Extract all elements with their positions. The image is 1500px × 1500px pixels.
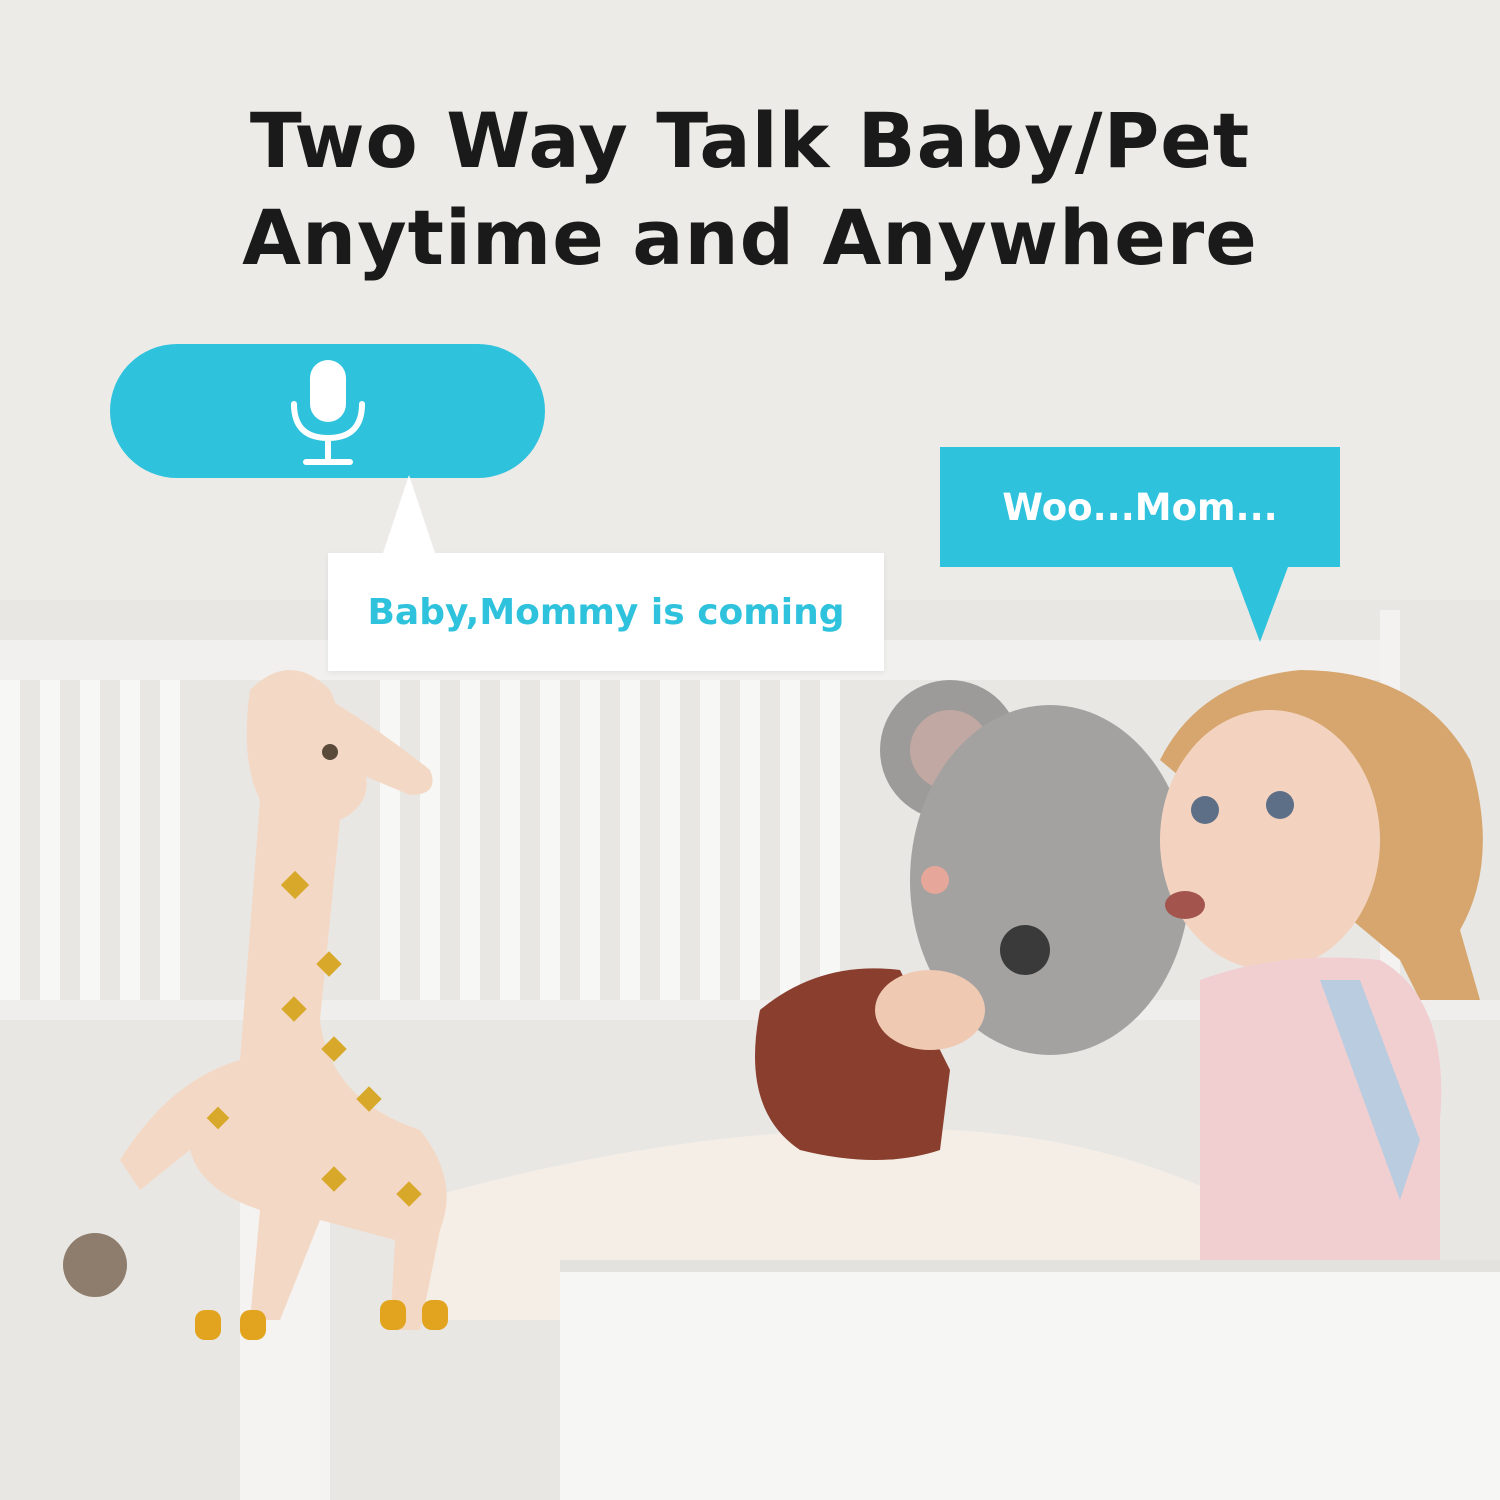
child-bubble-tail [1232,567,1288,642]
child-bubble-text: Woo...Mom... [1002,485,1278,529]
child-speech-bubble: Woo...Mom... [940,447,1340,642]
parent-bubble-text: Baby,Mommy is coming [367,591,845,633]
page-title: Two Way Talk Baby/Pet Anytime and Anywhe… [0,92,1500,286]
talk-button[interactable] [110,344,545,478]
parent-speech-bubble: Baby,Mommy is coming [328,475,884,671]
headline-line-2: Anytime and Anywhere [242,193,1258,282]
microphone-icon [290,360,365,465]
parent-bubble-tail [383,475,435,553]
headline-line-1: Two Way Talk Baby/Pet [249,96,1251,185]
